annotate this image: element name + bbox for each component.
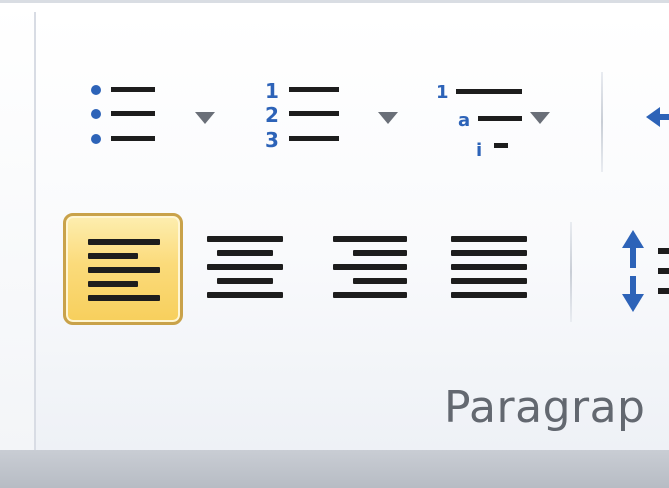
align-left-button[interactable] xyxy=(63,213,183,325)
multilevel-list-icon: 1 a i xyxy=(436,82,522,161)
number-glyph-3: 3 xyxy=(265,128,279,152)
previous-group-edge xyxy=(0,3,34,450)
numbering-button[interactable]: 1 2 3 xyxy=(258,78,408,158)
chevron-down-icon[interactable] xyxy=(530,112,550,124)
group-label: Paragrap xyxy=(444,382,646,433)
chevron-down-icon[interactable] xyxy=(195,112,215,124)
align-right-button[interactable] xyxy=(307,213,427,325)
level-glyph-1: 1 xyxy=(436,82,449,103)
justify-button[interactable] xyxy=(429,213,549,325)
line-spacing-button[interactable] xyxy=(612,226,669,316)
number-glyph-1: 1 xyxy=(265,79,279,103)
number-glyph-2: 2 xyxy=(265,103,279,127)
multilevel-list-button[interactable]: 1 a i xyxy=(432,78,567,163)
decrease-indent-button[interactable] xyxy=(640,85,669,155)
line-spacing-icon xyxy=(622,230,669,312)
separator xyxy=(601,72,603,172)
bullets-button[interactable] xyxy=(80,78,225,158)
level-glyph-3: i xyxy=(476,140,482,161)
bullet-list-icon xyxy=(91,85,155,144)
level-glyph-2: a xyxy=(458,110,470,131)
separator xyxy=(570,222,572,322)
numbered-list-icon: 1 2 3 xyxy=(265,79,339,152)
ribbon-bottom-border xyxy=(0,450,669,488)
center-button[interactable] xyxy=(185,213,305,325)
chevron-down-icon[interactable] xyxy=(378,112,398,124)
decrease-indent-icon xyxy=(646,107,669,127)
ribbon-top-border xyxy=(0,0,669,3)
